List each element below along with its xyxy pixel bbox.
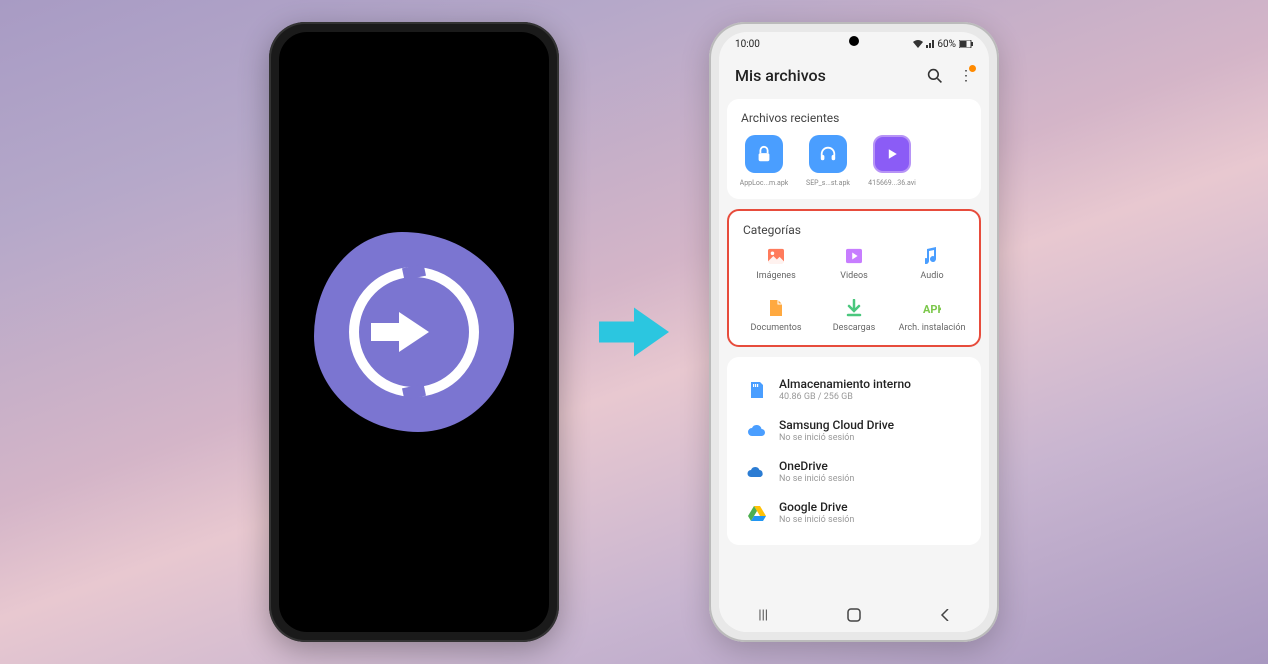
videos-icon [845, 247, 863, 265]
category-images[interactable]: Imágenes [739, 247, 813, 281]
storage-sub: No se inició sesión [779, 515, 961, 525]
storage-sub: 40.86 GB / 256 GB [779, 392, 961, 402]
storage-item[interactable]: OneDrive No se inició sesión [737, 451, 971, 492]
lock-icon [745, 135, 783, 173]
play-icon [873, 135, 911, 173]
phone-right: 10:00 60% Mis archivos ⋮ Archivos recien… [709, 22, 999, 642]
status-time: 10:00 [735, 39, 760, 50]
sd-icon [747, 380, 767, 400]
headphones-icon [809, 135, 847, 173]
category-label: Audio [920, 271, 943, 281]
categories-title: Categorías [739, 223, 969, 237]
recent-file-item[interactable]: SEP_s...st.apk [801, 135, 855, 187]
storage-card: Almacenamiento interno 40.86 GB / 256 GB… [727, 357, 981, 545]
recent-files-card: Archivos recientes AppLoc...m.apk SEP_s.… [727, 99, 981, 199]
category-apk[interactable]: APK Arch. instalación [895, 299, 969, 333]
storage-sub: No se inició sesión [779, 433, 961, 443]
category-documents[interactable]: Documentos [739, 299, 813, 333]
downloads-icon [845, 299, 863, 317]
recent-file-item[interactable]: AppLoc...m.apk [737, 135, 791, 187]
storage-name: Samsung Cloud Drive [779, 418, 961, 432]
images-icon [767, 247, 785, 265]
phone-left [269, 22, 559, 642]
storage-name: OneDrive [779, 459, 961, 473]
storage-text: Google Drive No se inició sesión [779, 500, 961, 525]
storage-text: Almacenamiento interno 40.86 GB / 256 GB [779, 377, 961, 402]
audio-icon [923, 247, 941, 265]
category-label: Arch. instalación [899, 323, 966, 333]
category-label: Imágenes [756, 271, 795, 281]
search-icon[interactable] [927, 68, 943, 84]
storage-name: Google Drive [779, 500, 961, 514]
onedrive-icon [747, 462, 767, 482]
status-right: 60% [913, 39, 973, 50]
categories-card: Categorías Imágenes Videos Audio Documen… [727, 209, 981, 347]
category-label: Documentos [751, 323, 802, 333]
gdrive-icon [747, 503, 767, 523]
storage-item[interactable]: Almacenamiento interno 40.86 GB / 256 GB [737, 369, 971, 410]
documents-icon [767, 299, 785, 317]
more-menu-icon[interactable]: ⋮ [959, 68, 973, 84]
page-title: Mis archivos [735, 66, 826, 85]
recent-file-label: SEP_s...st.apk [806, 179, 850, 187]
home-button[interactable] [847, 608, 861, 622]
storage-sub: No se inició sesión [779, 474, 961, 484]
storage-name: Almacenamiento interno [779, 377, 961, 391]
recents-button[interactable]: ||| [758, 608, 768, 623]
recent-file-item[interactable]: 415669...36.avi [865, 135, 919, 187]
app-header: Mis archivos ⋮ [719, 56, 989, 99]
status-battery: 60% [937, 39, 956, 50]
signal-icon [926, 40, 934, 48]
storage-text: Samsung Cloud Drive No se inició sesión [779, 418, 961, 443]
category-audio[interactable]: Audio [895, 247, 969, 281]
cloud-icon [747, 421, 767, 441]
category-downloads[interactable]: Descargas [817, 299, 891, 333]
recent-file-label: AppLoc...m.apk [740, 179, 789, 187]
storage-item[interactable]: Samsung Cloud Drive No se inició sesión [737, 410, 971, 451]
svg-text:APK: APK [923, 303, 941, 316]
recent-title: Archivos recientes [737, 111, 971, 125]
wifi-icon [913, 40, 923, 48]
transfer-app-icon [279, 32, 549, 632]
battery-icon [959, 40, 973, 48]
category-label: Videos [840, 271, 868, 281]
phone-left-screen [279, 32, 549, 632]
storage-item[interactable]: Google Drive No se inició sesión [737, 492, 971, 533]
camera-hole-icon [849, 36, 859, 46]
camera-hole-icon [409, 36, 419, 46]
notification-badge-icon [969, 65, 976, 72]
phone-right-screen: 10:00 60% Mis archivos ⋮ Archivos recien… [719, 32, 989, 632]
category-videos[interactable]: Videos [817, 247, 891, 281]
recent-file-label: 415669...36.avi [868, 179, 916, 187]
system-nav-bar: ||| [719, 598, 989, 632]
apk-icon: APK [923, 299, 941, 317]
storage-text: OneDrive No se inició sesión [779, 459, 961, 484]
back-button[interactable] [940, 609, 950, 621]
category-label: Descargas [833, 323, 876, 333]
arrow-right-icon [599, 304, 669, 360]
